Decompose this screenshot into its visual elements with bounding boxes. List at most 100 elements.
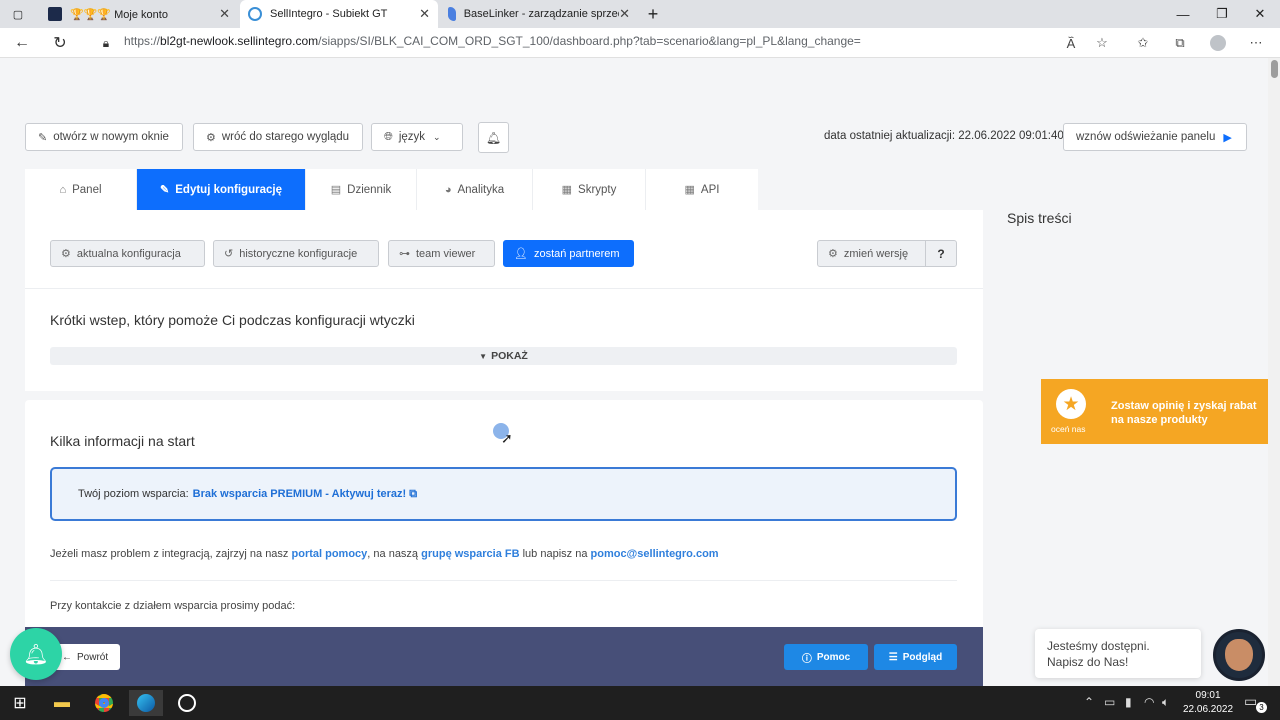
fb-group-link[interactable]: grupę wsparcia FB xyxy=(421,548,519,560)
preview-button[interactable]: ☰ Podgląd xyxy=(874,644,957,670)
collections-icon[interactable]: ⧉ xyxy=(1170,34,1190,52)
globe-icon: 🌐︎ xyxy=(384,130,393,143)
divider xyxy=(50,580,957,581)
more-menu-icon[interactable]: ⋯ xyxy=(1246,34,1266,52)
current-config-button[interactable]: ⚙ aktualna konfiguracja xyxy=(50,240,205,267)
notification-count-badge: 3 xyxy=(1256,702,1267,713)
language-label: język xyxy=(398,131,426,143)
scrollbar-thumb[interactable] xyxy=(1271,60,1278,78)
notifications-bell-button[interactable]: 🔔︎ xyxy=(478,122,509,153)
sellintegro-favicon-icon xyxy=(248,7,262,21)
app-icon[interactable] xyxy=(170,690,204,716)
external-link-icon: ⧉ xyxy=(409,487,418,500)
contact-text: , na naszą xyxy=(367,548,419,560)
chrome-icon[interactable] xyxy=(87,690,121,716)
favorites-icon[interactable]: ✩ xyxy=(1133,34,1153,52)
footer-action-bar: ← Powrót ⓘ Pomoc ☰ Podgląd xyxy=(25,627,983,686)
edge-icon[interactable] xyxy=(129,690,163,716)
browser-tab-moje-konto[interactable]: 🏆🏆🏆 Moje konto ✕ xyxy=(40,0,238,28)
start-info-title: Kilka informacji na start xyxy=(50,433,195,449)
tab-api[interactable]: ▦ API xyxy=(646,169,758,210)
refresh-icon[interactable]: ↻ xyxy=(48,33,72,53)
tab-edit-config-label: Edytuj konfigurację xyxy=(175,183,282,196)
gear-icon: ⚙ xyxy=(828,248,838,260)
address-bar: ← ↻ 🔒︎ https://bl2gt-newlook.sellintegro… xyxy=(0,28,1280,58)
new-tab-button[interactable]: + xyxy=(640,0,666,28)
team-viewer-button[interactable]: ⊶ team viewer xyxy=(388,240,495,267)
tab-scripts-label: Skrypty xyxy=(578,183,617,196)
support-email-link[interactable]: pomoc@sellintegro.com xyxy=(591,548,719,560)
maximize-icon[interactable]: ❐ xyxy=(1202,0,1242,28)
become-partner-label: zostań partnerem xyxy=(533,247,620,260)
historical-config-button[interactable]: ↺ historyczne konfiguracje xyxy=(213,240,379,267)
chat-avatar[interactable] xyxy=(1213,629,1265,681)
back-arrow-icon[interactable]: ← xyxy=(10,33,34,53)
help-question-button[interactable]: ? xyxy=(925,240,957,267)
gears-icon: ⚙ xyxy=(61,248,71,260)
profile-icon[interactable] xyxy=(1208,34,1228,52)
tab-scripts[interactable]: ▦ Skrypty xyxy=(533,169,646,210)
volume-icon[interactable]: 🔈︎ xyxy=(1162,695,1169,710)
current-config-label: aktualna konfiguracja xyxy=(76,247,181,260)
minimize-icon[interactable]: — xyxy=(1163,0,1203,28)
taskbar-clock[interactable]: 09:01 22.06.2022 xyxy=(1183,689,1233,717)
browser-tab-sellintegro[interactable]: SellIntegro - Subiekt GT ✕ xyxy=(240,0,438,28)
browser-tab-baselinker[interactable]: BaseLinker - zarządzanie sprzeda ✕ xyxy=(440,0,638,28)
tab-title: BaseLinker - zarządzanie sprzeda xyxy=(463,8,630,20)
user-icon: 👤︎ xyxy=(514,248,528,260)
url-field[interactable]: https://bl2gt-newlook.sellintegro.com/si… xyxy=(124,34,861,48)
tab-log[interactable]: ▤ Dziennik xyxy=(306,169,417,210)
tab-panel[interactable]: ⌂ Panel xyxy=(25,169,137,210)
chat-line-2: Napisz do Nas! xyxy=(1047,655,1129,669)
tab-actions-icon[interactable]: ▢ xyxy=(0,0,36,28)
moje-konto-favicon-icon xyxy=(48,7,62,21)
close-tab-icon[interactable]: ✕ xyxy=(619,6,630,22)
page-scrollbar[interactable] xyxy=(1268,58,1280,686)
show-intro-button[interactable]: ▼ POKAŻ xyxy=(50,347,957,365)
support-level-label: Twój poziom wsparcia: xyxy=(78,488,189,500)
help-portal-link[interactable]: portal pomocy xyxy=(292,548,368,560)
support-level-box: Twój poziom wsparcia: Brak wsparcia PREM… xyxy=(50,467,957,521)
info-icon: ⓘ xyxy=(801,653,812,665)
change-version-button[interactable]: ⚙ zmień wersję xyxy=(817,240,926,267)
file-explorer-icon[interactable]: ▬ xyxy=(45,690,79,716)
tab-analytics[interactable]: ◕ Analityka xyxy=(417,169,533,210)
rating-banner[interactable]: ★ oceń nas Zostaw opinię i zyskaj rabat … xyxy=(1041,379,1272,444)
add-favorite-icon[interactable]: ☆ xyxy=(1092,34,1112,52)
toc-title: Spis treści xyxy=(1007,210,1072,226)
floating-notification-button[interactable]: 🔔︎ xyxy=(10,628,62,680)
windows-start-icon[interactable]: ⊞ xyxy=(3,690,37,716)
play-icon: ▶ xyxy=(1223,131,1232,144)
chat-bubble[interactable]: Jesteśmy dostępni. Napisz do Nas! xyxy=(1035,629,1201,678)
back-old-look-button[interactable]: ⚙ wróć do starego wyglądu xyxy=(193,123,363,151)
resume-refresh-button[interactable]: wznów odświeżanie panelu ▶ xyxy=(1063,123,1247,151)
close-tab-icon[interactable]: ✕ xyxy=(219,6,230,22)
bell-icon: 🔔︎ xyxy=(23,643,49,666)
read-aloud-icon[interactable]: A᷈ xyxy=(1061,34,1081,52)
tab-log-label: Dziennik xyxy=(347,183,392,196)
tray-app-icon[interactable]: ▭ xyxy=(1104,695,1115,709)
star-icon: ★ xyxy=(1056,389,1086,419)
close-window-icon[interactable]: ✕ xyxy=(1240,0,1280,28)
back-label: Powrót xyxy=(77,651,109,663)
pie-chart-icon: ◕ xyxy=(444,183,452,196)
tab-title: 🏆🏆🏆 Moje konto xyxy=(70,8,168,21)
wifi-icon[interactable]: ◠ xyxy=(1144,695,1154,709)
clock-date: 22.06.2022 xyxy=(1183,704,1234,715)
help-button[interactable]: ⓘ Pomoc xyxy=(784,644,868,670)
open-new-window-button[interactable]: ✎ otwórz w nowym oknie xyxy=(25,123,183,151)
tray-chevron-up-icon[interactable]: ⌃ xyxy=(1084,695,1094,709)
battery-icon[interactable]: ▮ xyxy=(1125,695,1132,709)
chevron-down-icon: ▼ xyxy=(479,351,488,361)
become-partner-button[interactable]: 👤︎ zostań partnerem xyxy=(503,240,634,267)
lock-icon[interactable]: 🔒︎ xyxy=(94,33,118,53)
language-dropdown[interactable]: 🌐︎ język ⌄ xyxy=(371,123,463,151)
contact-note: Przy kontakcie z działem wsparcia prosim… xyxy=(50,600,296,612)
windows-taskbar: ⊞ ▬ ⌃ ▭ ▮ ◠ 🔈︎ 09:01 22.06.2022 ▭ 3 xyxy=(0,686,1280,720)
tab-edit-config[interactable]: ✎ Edytuj konfigurację xyxy=(137,169,306,210)
close-tab-icon[interactable]: ✕ xyxy=(419,6,430,22)
help-question-label: ? xyxy=(937,246,945,261)
activate-premium-link[interactable]: Brak wsparcia PREMIUM - Aktywuj teraz! ⧉ xyxy=(193,488,417,501)
avatar-face xyxy=(1225,639,1253,671)
change-version-label: zmień wersję xyxy=(843,247,909,260)
